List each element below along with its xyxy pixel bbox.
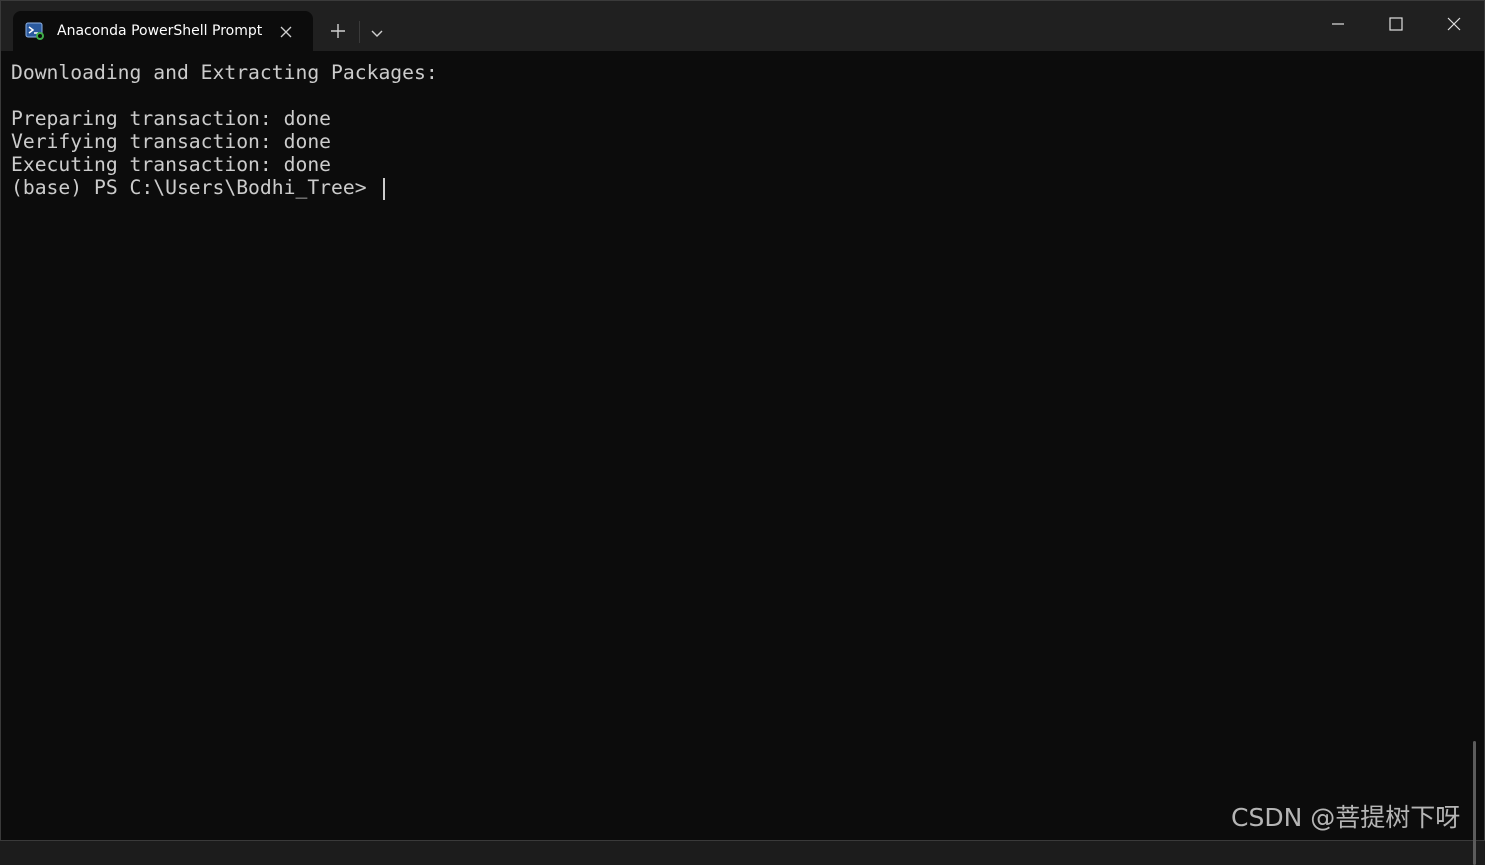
tab-divider [359,21,360,43]
terminal-window: Anaconda PowerShell Prompt Downloading a… [0,0,1485,865]
tab-label: Anaconda PowerShell Prompt [57,23,263,39]
minimize-icon [1331,16,1345,35]
terminal-line: Executing transaction: done [11,153,332,176]
terminal-output[interactable]: Downloading and Extracting Packages: Pre… [1,51,1484,865]
powershell-icon [25,21,45,41]
close-icon [1447,16,1461,35]
new-tab-button[interactable] [323,17,353,47]
maximize-icon [1389,16,1403,35]
chevron-down-icon [371,23,383,42]
terminal-prompt: (base) PS C:\Users\Bodhi_Tree> [11,176,379,199]
title-bar[interactable]: Anaconda PowerShell Prompt [1,1,1484,51]
terminal-line: Downloading and Extracting Packages: [11,61,438,84]
tab-anaconda-powershell[interactable]: Anaconda PowerShell Prompt [13,11,313,51]
text-cursor [383,178,385,200]
watermark: CSDN @菩提树下呀 [1231,803,1461,832]
minimize-button[interactable] [1311,3,1365,47]
tab-dropdown-button[interactable] [363,17,391,47]
close-icon[interactable] [275,21,297,43]
plus-icon [331,23,345,42]
scrollbar[interactable] [1473,741,1476,865]
terminal-line: Preparing transaction: done [11,107,332,130]
maximize-button[interactable] [1369,3,1423,47]
terminal-line: Verifying transaction: done [11,130,332,153]
close-window-button[interactable] [1427,3,1481,47]
